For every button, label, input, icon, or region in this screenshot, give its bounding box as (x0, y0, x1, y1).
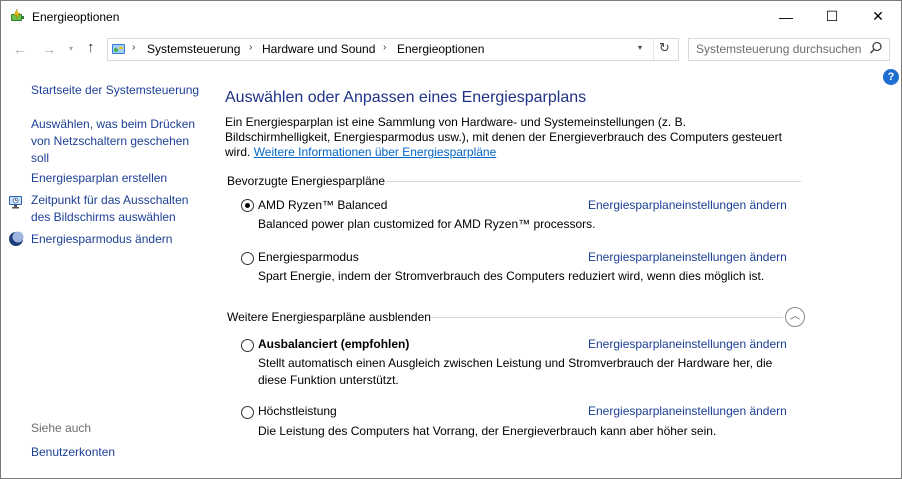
breadcrumb-separator[interactable]: › (383, 42, 386, 53)
plan-desc-energiesparmodus: Spart Energie, indem der Stromverbrauch … (258, 269, 765, 283)
plan-name-energiesparmodus[interactable]: Energiesparmodus (258, 250, 359, 264)
plan-radio-ausbalanciert[interactable] (241, 339, 254, 352)
maximize-icon: ☐ (825, 8, 839, 24)
sidebar-link-netzschalter[interactable]: Auswählen, was beim Drücken von Netzscha… (31, 116, 203, 167)
plan-name-amd-ryzen-balanced[interactable]: AMD Ryzen™ Balanced (258, 198, 387, 212)
breadcrumb-hardware-und-sound[interactable]: Hardware und Sound (262, 42, 375, 56)
preferred-plans-heading: Bevorzugte Energiesparpläne (227, 174, 386, 188)
close-button[interactable]: ✕ (855, 1, 901, 32)
maximize-button[interactable]: ☐ (809, 1, 855, 32)
search-input[interactable]: Systemsteuerung durchsuchen (688, 38, 890, 61)
breadcrumb-systemsteuerung[interactable]: Systemsteuerung (147, 42, 240, 56)
hidden-plans-heading[interactable]: Weitere Energiesparpläne ausblenden (227, 310, 431, 324)
search-placeholder: Systemsteuerung durchsuchen (696, 42, 862, 56)
power-options-icon (11, 8, 24, 21)
back-button[interactable]: ← (13, 41, 27, 57)
breadcrumb-separator[interactable]: › (249, 42, 252, 53)
plan-radio-amd-ryzen-balanced[interactable] (241, 199, 254, 212)
page-title: Auswählen oder Anpassen eines Energiespa… (225, 89, 587, 106)
sleep-moon-icon (9, 231, 24, 246)
refresh-button[interactable]: ↻ (659, 40, 670, 56)
preferred-plans-divider (387, 181, 801, 182)
sidebar-link-bildschirm-ausschalten[interactable]: Zeitpunkt für das Ausschalten des Bildsc… (31, 192, 206, 226)
search-icon[interactable] (869, 41, 883, 55)
window-title: Energieoptionen (32, 10, 120, 24)
see-also-caption: Siehe auch (31, 421, 92, 435)
minimize-icon: — (779, 8, 793, 25)
forward-button[interactable]: → (42, 41, 56, 57)
breadcrumb-energieoptionen[interactable]: Energieoptionen (397, 42, 484, 56)
help-button[interactable]: ? (883, 69, 899, 85)
navigation-bar: ← → ▾ ↑ › Systemsteuerung › Hardware und… (1, 32, 901, 65)
close-icon: ✕ (872, 8, 884, 24)
title-bar[interactable]: Energieoptionen — ☐ ✕ (1, 1, 901, 32)
up-button[interactable]: ↑ (87, 39, 95, 56)
address-dropdown-button[interactable]: ▾ (638, 43, 642, 52)
intro-text: Ein Energiesparplan ist eine Sammlung vo… (225, 115, 785, 160)
collapse-button[interactable]: ︿ (785, 307, 805, 327)
plan-settings-link-ausbalanciert[interactable]: Energiesparplaneinstellungen ändern (588, 337, 787, 351)
plan-settings-link-amd-ryzen-balanced[interactable]: Energiesparplaneinstellungen ändern (588, 198, 787, 212)
sidebar-link-benutzerkonten[interactable]: Benutzerkonten (31, 444, 115, 461)
energieoptionen-window: Energieoptionen — ☐ ✕ ← → ▾ ↑ › Systemst… (0, 0, 902, 479)
plan-name-ausbalanciert[interactable]: Ausbalanciert (empfohlen) (258, 337, 409, 351)
plan-settings-link-hoechstleistung[interactable]: Energiesparplaneinstellungen ändern (588, 404, 787, 418)
sidebar-link-startseite[interactable]: Startseite der Systemsteuerung (31, 82, 199, 99)
plan-radio-energiesparmodus[interactable] (241, 252, 254, 265)
control-panel-icon (112, 44, 125, 54)
plan-radio-hoechstleistung[interactable] (241, 406, 254, 419)
hidden-plans-divider (431, 317, 783, 318)
sidebar-link-plan-erstellen[interactable]: Energiesparplan erstellen (31, 170, 167, 187)
minimize-button[interactable]: — (763, 1, 809, 32)
breadcrumb-separator: › (132, 42, 136, 53)
recent-locations-button[interactable]: ▾ (69, 44, 73, 53)
sidebar: Startseite der Systemsteuerung Auswählen… (1, 65, 211, 478)
plan-desc-amd-ryzen-balanced: Balanced power plan customized for AMD R… (258, 217, 596, 231)
more-info-link[interactable]: Weitere Informationen über Energiesparpl… (254, 145, 497, 159)
address-bar[interactable]: › Systemsteuerung › Hardware und Sound ›… (107, 38, 679, 61)
monitor-clock-icon (9, 196, 22, 209)
plan-settings-link-energiesparmodus[interactable]: Energiesparplaneinstellungen ändern (588, 250, 787, 264)
sidebar-link-energiesparmodus[interactable]: Energiesparmodus ändern (31, 231, 172, 248)
address-divider (653, 39, 654, 60)
plan-desc-hoechstleistung: Die Leistung des Computers hat Vorrang, … (258, 424, 717, 438)
plan-desc-ausbalanciert: Stellt automatisch einen Ausgleich zwisc… (258, 356, 773, 387)
chevron-up-icon: ︿ (790, 311, 800, 322)
plan-name-hoechstleistung[interactable]: Höchstleistung (258, 404, 337, 418)
